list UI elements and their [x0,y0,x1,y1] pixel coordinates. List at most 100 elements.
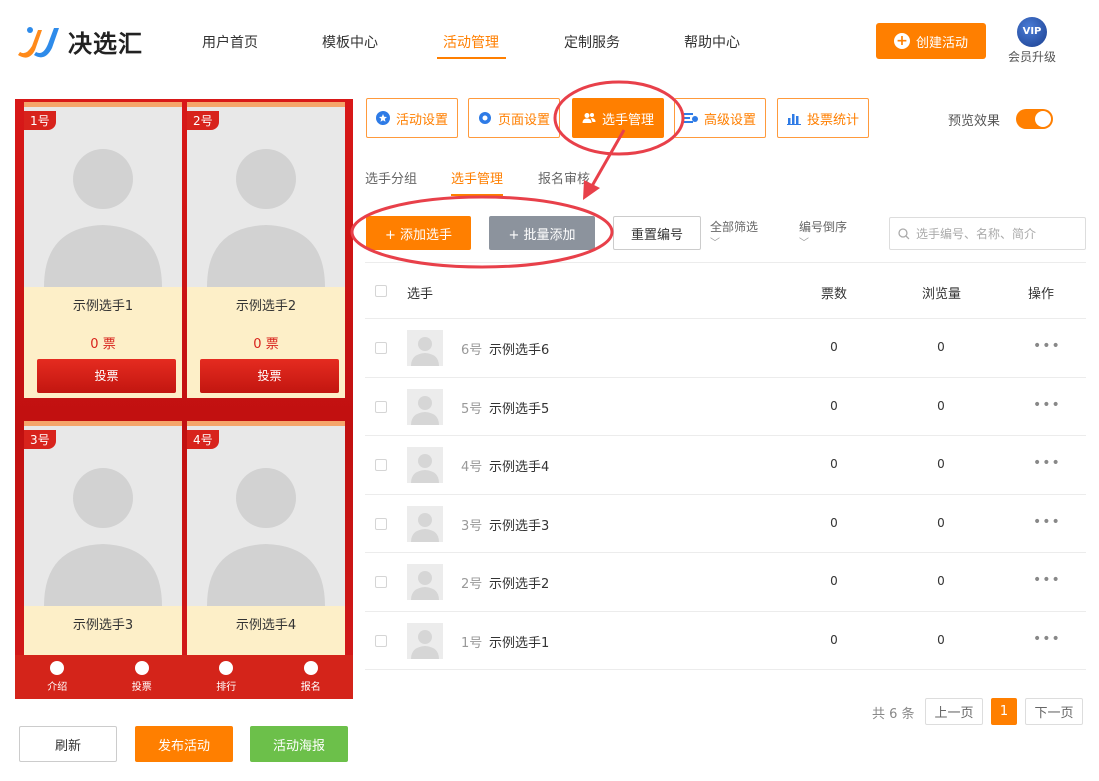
page-number-button[interactable]: 1 [991,698,1017,725]
preview-player-card[interactable]: 2号 示例选手2 0 票 投票 [187,102,345,398]
preview-tab-bar: 介绍 投票 排行 报名 [15,655,353,699]
all-filter-dropdown[interactable]: 全部筛选 ﹀ [710,218,758,249]
avatar-placeholder-icon [187,107,345,287]
column-header-views[interactable]: 浏览量 [922,283,961,302]
vote-button[interactable]: 投票 [200,359,339,393]
vote-count: 0 [830,632,838,647]
vip-upgrade-link[interactable]: 会员升级 [1008,48,1056,65]
tab-page-settings[interactable]: 页面设置 [468,98,560,138]
preview-tab-label: 排行 [216,682,237,693]
view-count: 0 [937,515,945,530]
vote-button[interactable]: 投票 [37,359,176,393]
chevron-down-icon: ﹀ [799,238,809,249]
player-name: 示例选手2 [235,299,297,314]
filter-label: 全部筛选 [710,220,759,234]
avatar-placeholder-icon [407,330,443,366]
tool-label: 投票统计 [806,112,859,128]
tab-vote-statistics[interactable]: 投票统计 [777,98,869,138]
player-number: 6号 [461,343,483,358]
table-row[interactable]: 1号 示例选手1 0 0 ••• [365,612,1086,670]
create-activity-button[interactable]: + 创建活动 [876,23,986,59]
table-row[interactable]: 6号 示例选手6 0 0 ••• [365,319,1086,378]
preview-tab-signup[interactable]: 报名 [281,661,341,693]
row-checkbox[interactable] [375,400,387,413]
gear-icon [478,111,492,125]
reset-numbering-button[interactable]: 重置编号 [613,216,701,250]
player-name: 示例选手6 [489,343,550,358]
subtab-player-management[interactable]: 选手管理 [451,168,503,187]
activity-poster-button[interactable]: 活动海报 [250,726,348,762]
nav-item-custom-service[interactable]: 定制服务 [564,32,620,52]
player-number: 4号 [461,460,483,475]
select-all-checkbox[interactable] [375,285,387,297]
vote-count: 0 [830,515,838,530]
tool-label: 活动设置 [395,112,448,128]
publish-activity-button[interactable]: 发布活动 [135,726,233,762]
sort-dropdown[interactable]: 编号倒序 ﹀ [799,218,847,249]
player-number: 3号 [461,518,483,534]
player-name: 示例选手1 [72,299,134,314]
crown-icon [219,661,234,675]
brand-logo[interactable]: 决选汇 [16,22,143,60]
table-row[interactable]: 2号 示例选手2 0 0 ••• [365,553,1086,612]
more-actions-icon[interactable]: ••• [1033,455,1061,471]
sort-label: 编号倒序 [799,220,848,234]
preview-effect-label: 预览效果 [948,114,1001,129]
table-row[interactable]: 3号 示例选手3 0 0 ••• [365,495,1086,553]
nav-item-home[interactable]: 用户首页 [202,32,258,52]
tool-label: 页面设置 [497,112,550,128]
preview-player-card[interactable]: 4号 示例选手4 0 票 [187,421,345,671]
top-nav-bar: 决选汇 用户首页 模板中心 活动管理 定制服务 帮助中心 + 创建活动 VIP … [0,0,1099,84]
player-table: 选手 票数 浏览量 操作 6号 示例选手6 0 0 ••• 5号 示例选手5 0 0 ••• 4号示… [365,262,1086,670]
tab-advanced-settings[interactable]: 高级设置 [674,98,766,138]
vote-count: 0 [830,398,838,413]
preview-tab-intro[interactable]: 介绍 [27,661,87,693]
nav-item-activity-management[interactable]: 活动管理 [443,32,499,52]
vip-icon[interactable]: VIP [1017,17,1047,47]
prev-page-button[interactable]: 上一页 [925,698,983,725]
player-votes: 0 票 [253,337,279,352]
more-actions-icon[interactable]: ••• [1033,631,1061,647]
tab-activity-settings[interactable]: 活动设置 [366,98,458,138]
player-name: 示例选手5 [489,401,550,417]
nav-item-help[interactable]: 帮助中心 [684,32,740,52]
tab-player-management[interactable]: 选手管理 [572,98,664,138]
view-count: 0 [937,398,945,413]
more-actions-icon[interactable]: ••• [1033,572,1061,588]
player-name: 示例选手3 [489,518,550,534]
preview-player-card[interactable]: 1号 示例选手1 0 票 投票 [24,102,182,398]
column-header-player: 选手 [407,287,434,302]
row-checkbox[interactable] [375,459,387,471]
table-row[interactable]: 5号 示例选手5 0 0 ••• [365,378,1086,436]
view-count: 0 [937,574,945,588]
subtab-signup-review[interactable]: 报名审核 [538,168,590,187]
search-box[interactable] [889,217,1086,250]
bar-chart-icon [786,111,801,125]
more-actions-icon[interactable]: ••• [1033,514,1061,530]
player-number: 1号 [461,635,483,651]
preview-effect-toggle[interactable] [1016,109,1053,129]
settings-sliders-icon [683,111,698,125]
preview-tab-vote[interactable]: 投票 [112,661,172,693]
row-checkbox[interactable] [375,576,387,588]
more-actions-icon[interactable]: ••• [1033,397,1061,413]
player-name: 示例选手2 [489,577,550,592]
player-number: 5号 [461,401,483,417]
add-player-button[interactable]: + 添加选手 [366,216,471,250]
row-checkbox[interactable] [375,517,387,530]
subtab-active-indicator [451,194,503,196]
more-actions-icon[interactable]: ••• [1033,338,1061,354]
search-input[interactable] [915,226,1085,241]
table-row[interactable]: 4号 示例选手4 0 0 ••• [365,436,1086,495]
batch-add-button[interactable]: + 批量添加 [489,216,595,250]
nav-item-templates[interactable]: 模板中心 [322,32,378,52]
row-checkbox[interactable] [375,634,387,647]
preview-tab-ranking[interactable]: 排行 [196,661,256,693]
row-checkbox[interactable] [375,342,387,354]
next-page-button[interactable]: 下一页 [1025,698,1083,725]
refresh-button[interactable]: 刷新 [19,726,117,762]
preview-player-card[interactable]: 3号 示例选手3 0 票 [24,421,182,671]
column-header-votes[interactable]: 票数 [821,283,847,302]
intro-icon [50,661,65,675]
subtab-player-groups[interactable]: 选手分组 [365,168,417,187]
